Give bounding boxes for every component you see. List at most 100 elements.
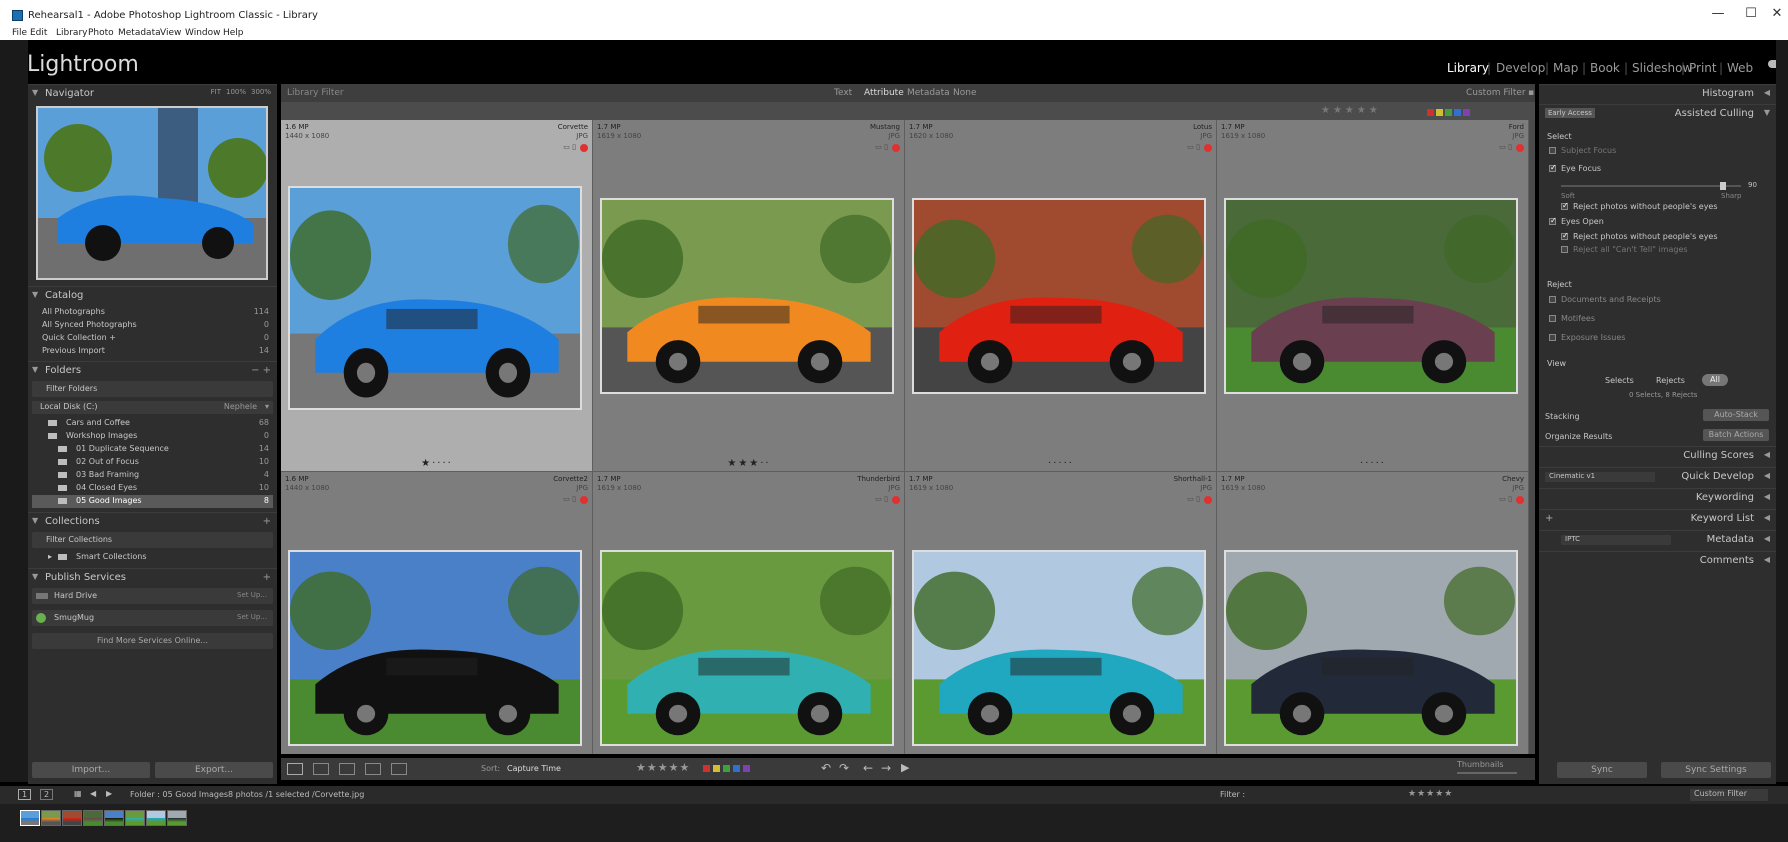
play-slideshow-icon[interactable]: ▶	[901, 761, 909, 774]
reject-no-eyes-checkbox-2[interactable]	[1561, 231, 1569, 240]
blue-label-filter[interactable]	[1454, 109, 1461, 116]
import-button[interactable]: Import...	[32, 762, 150, 778]
folder-item[interactable]: 02 Out of Focus 10	[32, 456, 273, 469]
filmstrip-thumbnail[interactable]	[146, 810, 166, 826]
find-more-services-button[interactable]: Find More Services Online...	[32, 633, 273, 649]
catalog-header[interactable]: ▼ Catalog	[28, 286, 277, 304]
menu-photo[interactable]: Photo	[88, 28, 114, 38]
reject-cant-tell-checkbox[interactable]	[1561, 246, 1568, 253]
folders-header[interactable]: ▼ Folders − +	[28, 361, 277, 379]
folder-item[interactable]: Workshop Images 0	[32, 430, 273, 443]
grid-cell[interactable]: 1.7 MP1619 x 1080ChevyJPG▭ ▯ ·····	[1217, 472, 1529, 754]
close-button[interactable]: ✕	[1762, 6, 1788, 21]
current-folder[interactable]: Folder : 05 Good Images	[130, 790, 228, 799]
exposure-issues-checkbox[interactable]	[1549, 334, 1556, 341]
status-filter-dropdown[interactable]: Custom Filter	[1690, 789, 1768, 801]
reject-flag-icon[interactable]	[580, 144, 588, 152]
quick-develop-header[interactable]: Cinematic v1 Quick Develop ◀	[1539, 467, 1776, 485]
photo-thumbnail[interactable]	[1224, 198, 1518, 394]
smart-collections-item[interactable]: ▸ Smart Collections	[32, 551, 273, 564]
documents-checkbox[interactable]	[1549, 296, 1556, 303]
status-rating-filter[interactable]: ★★★★★	[1408, 789, 1453, 799]
filter-preset-dropdown[interactable]: Custom Filter	[1466, 88, 1526, 98]
folder-item[interactable]: 04 Closed Eyes 10	[32, 482, 273, 495]
photo-thumbnail[interactable]	[912, 550, 1206, 746]
catalog-item[interactable]: All Synced Photographs 0	[32, 319, 273, 332]
menu-view[interactable]: View	[160, 28, 181, 38]
loupe-view-icon[interactable]	[313, 763, 329, 775]
module-book[interactable]: Book	[1590, 61, 1620, 75]
catalog-item[interactable]: All Photographs 114	[32, 306, 273, 319]
grid-cell[interactable]: 1.7 MP 1619 x 1080 Ford JPG ▭ ▯ ·····	[1217, 120, 1529, 472]
filmstrip-thumbnail[interactable]	[83, 810, 103, 826]
survey-view-icon[interactable]	[365, 763, 381, 775]
forward-arrow-icon[interactable]: ▶	[106, 789, 112, 798]
rating-stars[interactable]: ·····	[905, 458, 1217, 469]
navigator-header[interactable]: ▼ Navigator FIT 100% 300%	[28, 84, 277, 102]
color-label-swatch[interactable]	[743, 765, 750, 772]
sort-dropdown[interactable]: Capture Time	[507, 764, 561, 773]
compare-view-icon[interactable]	[339, 763, 355, 775]
selection-info[interactable]: 8 photos /1 selected /Corvette.jpg	[228, 790, 364, 799]
photo-thumbnail[interactable]	[912, 198, 1206, 394]
minimize-button[interactable]: —	[1703, 6, 1733, 21]
filter-collections-input[interactable]: Filter Collections	[32, 532, 273, 548]
metadata-preset[interactable]: IPTC	[1561, 535, 1671, 545]
sync-settings-button[interactable]: Sync Settings	[1661, 762, 1771, 778]
photo-thumbnail[interactable]	[600, 550, 894, 746]
collections-header[interactable]: ▼ Collections +	[28, 512, 277, 530]
filmstrip-thumbnail[interactable]	[104, 810, 124, 826]
filmstrip-thumbnail[interactable]	[62, 810, 82, 826]
reject-flag-icon[interactable]	[892, 144, 900, 152]
eyes-open-checkbox[interactable]	[1549, 216, 1557, 225]
people-view-icon[interactable]	[391, 763, 407, 775]
color-label-swatch[interactable]	[713, 765, 720, 772]
module-web[interactable]: Web	[1727, 61, 1753, 75]
color-label-swatch[interactable]	[733, 765, 740, 772]
folder-item[interactable]: 01 Duplicate Sequence 14	[32, 443, 273, 456]
reject-flag-icon[interactable]	[1516, 144, 1524, 152]
folder-item[interactable]: Cars and Coffee 68	[32, 417, 273, 430]
module-print[interactable]: Print	[1689, 61, 1717, 75]
reject-flag-icon[interactable]	[1516, 496, 1524, 504]
photo-thumbnail[interactable]	[1224, 550, 1518, 746]
filmstrip-thumbnail[interactable]	[167, 810, 187, 826]
rating-stars-toolbar[interactable]: ★★★★★	[636, 761, 690, 774]
rating-stars[interactable]: ★★★··	[593, 458, 905, 469]
rating-stars[interactable]: ·····	[1217, 458, 1529, 469]
photo-thumbnail[interactable]	[600, 198, 894, 394]
quick-develop-preset[interactable]: Cinematic v1	[1545, 472, 1655, 482]
export-button[interactable]: Export...	[155, 762, 273, 778]
menu-file[interactable]: File	[12, 28, 27, 38]
eye-focus-checkbox[interactable]	[1549, 163, 1557, 172]
grid-cell[interactable]: 1.7 MP1619 x 1080ThunderbirdJPG▭ ▯ ·····	[593, 472, 905, 754]
grid-cell[interactable]: 1.7 MP1619 x 1080Shorthall-1JPG▭ ▯ ·····	[905, 472, 1217, 754]
filmstrip-thumbnail[interactable]	[20, 810, 40, 826]
module-map[interactable]: Map	[1553, 61, 1578, 75]
sync-button[interactable]: Sync	[1557, 762, 1647, 778]
page-2-button[interactable]: 2	[40, 789, 54, 800]
keyword-list-header[interactable]: + Keyword List ◀	[1539, 509, 1776, 527]
view-selects-tab[interactable]: Selects	[1605, 376, 1634, 385]
view-rejects-tab[interactable]: Rejects	[1656, 376, 1685, 385]
eye-focus-slider[interactable]	[1561, 182, 1741, 190]
comments-header[interactable]: Comments ◀	[1539, 551, 1776, 569]
grid-cell[interactable]: 1.7 MP 1619 x 1080 Mustang JPG ▭ ▯ ★★★··	[593, 120, 905, 472]
red-label-filter[interactable]	[1427, 109, 1434, 116]
auto-stack-button[interactable]: Auto-Stack	[1703, 409, 1769, 421]
publish-hard-drive[interactable]: Hard Drive Set Up...	[32, 588, 273, 604]
filter-tab-none[interactable]: None	[953, 88, 976, 98]
menu-metadata[interactable]: Metadata	[118, 28, 161, 38]
page-1-button[interactable]: 1	[18, 789, 32, 800]
color-label-swatch[interactable]	[723, 765, 730, 772]
module-develop[interactable]: Develop	[1496, 61, 1545, 75]
back-arrow-icon[interactable]: ◀	[90, 789, 96, 798]
grid-toggle-icon[interactable]: ▦	[74, 789, 82, 798]
keywording-header[interactable]: Keywording ◀	[1539, 488, 1776, 506]
filter-tab-attribute[interactable]: Attribute	[864, 88, 904, 98]
next-icon[interactable]: →	[881, 761, 891, 775]
filmstrip-thumbnail[interactable]	[125, 810, 145, 826]
motives-checkbox[interactable]	[1549, 315, 1556, 322]
publish-services-header[interactable]: ▼ Publish Services +	[28, 568, 277, 586]
reject-flag-icon[interactable]	[580, 496, 588, 504]
